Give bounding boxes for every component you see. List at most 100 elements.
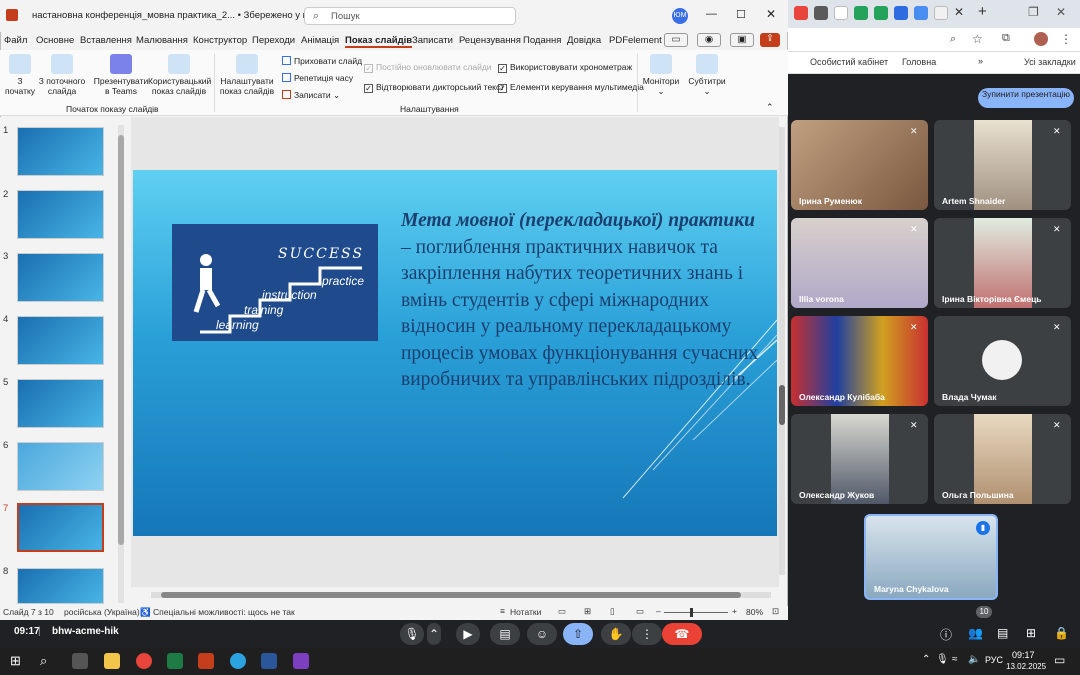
participant-tile[interactable]: ✕ Ірина Вікторівна Ємець [934,218,1071,308]
tab-draw[interactable]: Малювання [136,35,188,46]
close-window-icon[interactable]: ✕ [1056,5,1066,19]
present-icon[interactable]: ▣ [730,33,754,47]
camera-button[interactable]: ▶ [456,623,480,645]
file-explorer-icon[interactable] [104,653,120,669]
zoom-icon[interactable]: ⌕ [950,33,956,46]
present-button[interactable]: ⇧ [563,623,593,645]
chrome-menu-icon[interactable]: ⋮ [1060,32,1072,46]
slide-thumbnail[interactable] [17,442,104,491]
tab-icon[interactable] [854,6,868,20]
participant-tile[interactable]: ✕ Олександр Кулібаба [791,316,928,406]
user-avatar[interactable]: ЮМ [672,8,688,24]
tab-file[interactable]: Файл [4,35,27,46]
slide-thumbnail[interactable] [17,379,104,428]
people-icon[interactable]: 👥 [968,626,983,640]
tab-record[interactable]: Записати [412,35,453,46]
telegram-icon[interactable] [230,653,246,669]
stop-presenting-button[interactable]: Зупинити презентацію [978,88,1074,108]
normal-view-icon[interactable]: ▭ [558,606,566,617]
excel-icon[interactable] [167,653,183,669]
slide-thumbnail[interactable] [17,253,104,302]
input-language[interactable]: РУС [985,655,1003,665]
tab-pdfelement[interactable]: PDFelement [609,35,662,46]
participant-tile[interactable]: ✕ Олександр Жуков [791,414,928,504]
tab-animations[interactable]: Анімація [301,35,339,46]
thumbnails-scrollbar[interactable] [118,125,124,603]
zoom-in-icon[interactable]: + [732,606,737,616]
activities-icon[interactable]: ⊞ [1026,626,1036,640]
fit-slide-icon[interactable]: ⊡ [772,606,779,617]
tab-icon[interactable] [914,6,928,20]
tab-insert[interactable]: Вставлення [80,35,132,46]
monitors-button[interactable]: Монітори ⌄ [642,54,680,96]
restore-icon[interactable]: ❐ [1028,5,1039,19]
record-button[interactable]: Записати ⌄ [282,90,340,101]
raise-hand-button[interactable]: ✋ [601,623,631,645]
tab-slideshow[interactable]: Показ слайдів [345,35,413,48]
record-icon[interactable]: ◉ [697,33,721,47]
participant-tile[interactable]: ✕ Artem Shnaider [934,120,1071,210]
tab-icon[interactable] [794,6,808,20]
notes-icon[interactable]: ≡ [500,606,505,616]
zoom-slider[interactable] [664,608,728,617]
participant-tile[interactable]: ✕ Illia vorona [791,218,928,308]
minimize-icon[interactable]: — [706,8,717,20]
slide-thumbnail-active[interactable] [17,503,104,552]
hide-slide-button[interactable]: Приховати слайд [282,56,362,66]
sorter-view-icon[interactable]: ⊞ [584,606,591,617]
close-tab-icon[interactable]: ✕ [954,5,964,19]
close-icon[interactable]: ✕ [766,7,776,21]
profile-avatar[interactable] [1034,32,1048,46]
more-options-button[interactable]: ⋮ [632,623,662,645]
tray-chevron-icon[interactable]: ⌃ [922,654,930,665]
chat-icon[interactable]: ▤ [997,626,1008,640]
chrome-icon[interactable] [136,653,152,669]
slide-thumbnail[interactable] [17,127,104,176]
slide-thumbnail[interactable] [17,316,104,365]
always-refresh-checkbox[interactable]: ✓ Постійно оновлювати слайди [364,62,492,73]
setup-show-button[interactable]: Налаштувати показ слайдів [218,54,276,96]
horizontal-scrollbar[interactable] [151,592,771,598]
custom-show-button[interactable]: Користувацький показ слайдів [148,54,211,96]
slideshow-view-icon[interactable]: ▭ [636,606,644,617]
search-icon[interactable]: ⌕ [40,653,47,669]
vertical-scrollbar[interactable] [779,127,785,575]
from-current-button[interactable]: З поточного слайда [38,54,86,96]
tab-icon[interactable] [834,6,848,20]
from-start-button[interactable]: З початку [4,54,36,96]
emoji-button[interactable]: ☺ [527,623,557,645]
tab-help[interactable]: Довідка [567,35,601,46]
info-icon[interactable]: ⓘ [940,626,952,643]
tab-icon[interactable] [894,6,908,20]
leave-call-button[interactable]: ☎ [662,623,702,645]
language-status[interactable]: російська (Україна) [64,607,140,617]
clock-time[interactable]: 09:17 [1012,650,1035,660]
windows-start-icon[interactable]: ⊞ [10,653,21,669]
participant-tile[interactable]: ✕ Ольга Польшина [934,414,1071,504]
new-tab-icon[interactable]: + [978,3,987,20]
word-icon[interactable] [261,653,277,669]
zoom-level[interactable]: 80% [746,607,763,617]
bookmark-cabinet[interactable]: Особистий кабінет [810,57,888,67]
self-tile[interactable]: ▮ Maryna Chykalova [864,514,998,600]
rehearse-button[interactable]: Репетиція часу [282,73,353,83]
notifications-icon[interactable]: ▭ [1054,653,1065,667]
tab-review[interactable]: Рецензування [459,35,521,46]
accessibility-status[interactable]: Спеціальні можливості: щось не так [153,607,295,617]
active-tab[interactable] [934,6,948,20]
maximize-icon[interactable]: ☐ [736,8,746,21]
tab-icon[interactable] [874,6,888,20]
wifi-icon[interactable]: ≈ [952,654,958,665]
participant-tile[interactable]: ✕ Влада Чумак [934,316,1071,406]
zoom-out-icon[interactable]: – [656,606,661,616]
bookmark-all[interactable]: Усі закладки [1024,57,1076,67]
tab-icon[interactable] [814,6,828,20]
microphone-button[interactable]: 🎙 [400,623,424,645]
volume-icon[interactable]: 🔈 [968,654,980,665]
tab-home[interactable]: Основне [36,35,74,46]
extensions-icon[interactable]: ⧉ [1002,32,1010,45]
slide-thumbnail[interactable] [17,568,104,604]
subtitles-button[interactable]: Субтитри ⌄ [688,54,726,96]
comments-icon[interactable]: ▭ [664,33,688,47]
share-icon[interactable]: ⇪ [760,33,780,47]
